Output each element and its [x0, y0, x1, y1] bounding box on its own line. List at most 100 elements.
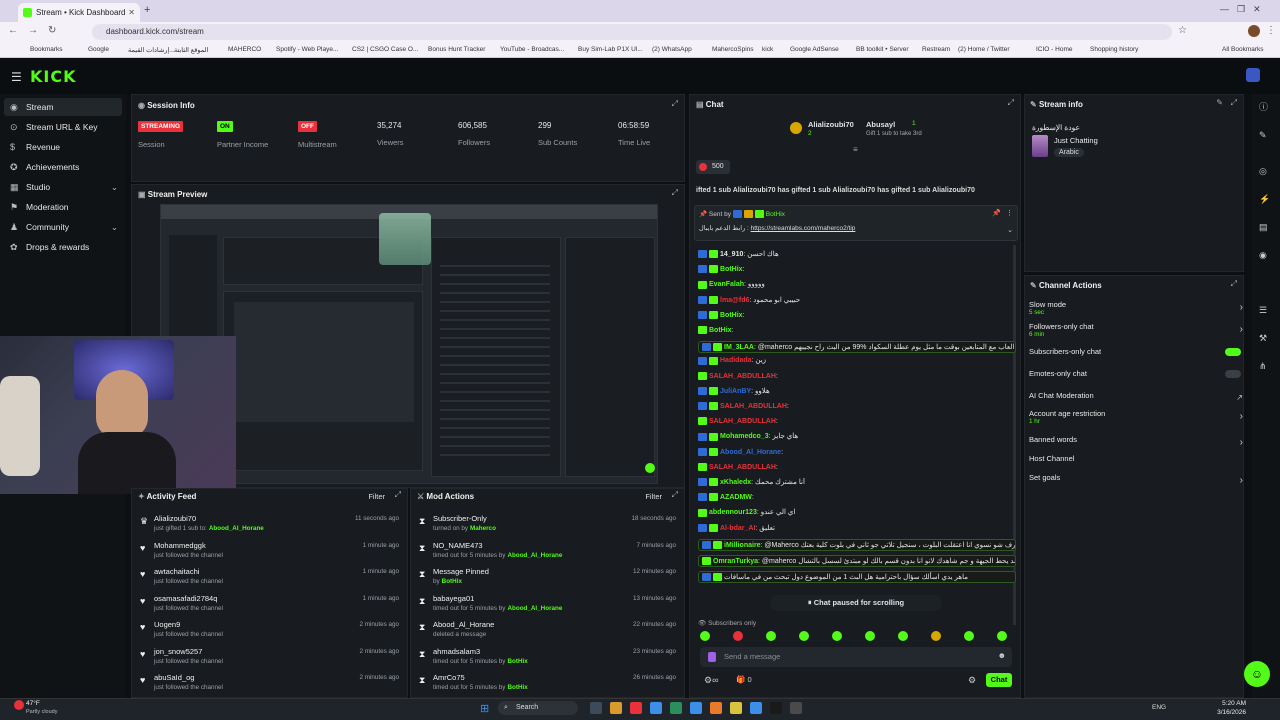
chevron-right-icon[interactable]: ›: [1240, 411, 1243, 422]
chat-message[interactable]: EvanFalah: ووووو: [698, 280, 1016, 289]
settings-link-icon[interactable]: ⚙∞: [704, 675, 718, 686]
edit-icon[interactable]: ✎: [1216, 98, 1223, 107]
chat-username[interactable]: abdennour123: [709, 509, 757, 516]
send-chat-button[interactable]: Chat: [986, 673, 1012, 687]
bookmark-item[interactable]: Google: [88, 46, 109, 53]
sidebar-item-stream-url-key[interactable]: ⊙ Stream URL & Key: [4, 118, 122, 136]
chat-username[interactable]: SALAH_ABDULLAH: [709, 372, 776, 379]
chat-message[interactable]: SALAH_ABDULLAH:: [698, 402, 1016, 410]
mod-action-by[interactable]: BotHix: [442, 578, 462, 585]
profile-avatar[interactable]: [1248, 25, 1260, 37]
bookmark-item[interactable]: الموقع الثابتة: [174, 46, 208, 54]
info-icon[interactable]: ⓘ: [1259, 100, 1268, 113]
activity-name[interactable]: Alializoubi70: [154, 514, 196, 523]
window-controls[interactable]: —❐✕: [1220, 4, 1269, 15]
activity-name[interactable]: Mohammedggk: [154, 541, 206, 550]
emote-icon[interactable]: [865, 631, 875, 641]
emote-icon[interactable]: [733, 631, 743, 641]
user-avatar[interactable]: [1246, 68, 1260, 82]
popout-icon[interactable]: ⤢: [672, 490, 678, 500]
chevron-right-icon[interactable]: ›: [1240, 437, 1243, 448]
chat-message[interactable]: Al-bdar_AI: تعليق: [698, 523, 1016, 532]
chat-username[interactable]: OmranTurkya: [713, 558, 758, 565]
activity-item[interactable]: ♥ Uogen9 just followed the channel 2 minute…: [132, 619, 407, 643]
sidebar-item-community[interactable]: ♟ Community ⌄: [4, 218, 122, 236]
emote-icon[interactable]: [766, 631, 776, 641]
chat-username[interactable]: Al-bdar_AI: [720, 525, 755, 532]
emote-icon[interactable]: [832, 631, 842, 641]
activity-item[interactable]: ♥ osamasafadi2784q just followed the chann…: [132, 593, 407, 617]
top-gifter-name[interactable]: Alializoubi70: [808, 120, 854, 129]
chat-username[interactable]: IM_3LAA: [724, 344, 754, 351]
chevron-right-icon[interactable]: ›: [1240, 302, 1243, 313]
chat-message[interactable]: SALAH_ABDULLAH:: [698, 417, 1016, 426]
chat-message[interactable]: IM_3LAA: @maherco اعمل الشات للمشتركين ع…: [698, 341, 1016, 354]
chat-bubble-icon[interactable]: ◉: [1259, 250, 1267, 261]
taskbar-search[interactable]: ⌕ Search: [498, 701, 578, 715]
channel-action-host-channel[interactable]: Host Channel: [1029, 454, 1243, 472]
sidebar-item-stream[interactable]: ◉ Stream: [4, 98, 122, 116]
activity-item[interactable]: ♥ Mohammedggk just followed the channel 1 m…: [132, 540, 407, 564]
channel-action-emotes-only-chat[interactable]: Emotes-only chat: [1029, 369, 1243, 387]
sidebar-item-achievements[interactable]: ✪ Achievements: [4, 158, 122, 176]
taskbar-app-icon[interactable]: [690, 702, 702, 714]
chat-message[interactable]: BotHix:: [698, 326, 1016, 334]
channel-action-subscribers-only-chat[interactable]: Subscribers-only chat: [1029, 347, 1243, 365]
sidebar-item-studio[interactable]: ▦ Studio ⌄: [4, 178, 122, 196]
bolt-icon[interactable]: ⚡: [1259, 194, 1270, 205]
activity-name[interactable]: jon_snow5257: [154, 647, 202, 656]
external-link-icon[interactable]: ↗: [1236, 393, 1243, 402]
pinned-link[interactable]: https://streamlabs.com/maherco2/tip: [751, 225, 856, 232]
activity-target[interactable]: Abood_Al_Horane: [209, 525, 264, 532]
chat-username[interactable]: JuliAnBY: [720, 388, 751, 395]
chat-username[interactable]: Abood_Al_Horane: [720, 448, 781, 455]
bookmark-item[interactable]: Shopping history: [1090, 46, 1138, 53]
channel-action-set-goals[interactable]: Set goals ›: [1029, 473, 1243, 491]
browser-tab[interactable]: Stream • Kick Dashboard ✕: [18, 3, 140, 22]
taskbar-app-icon[interactable]: [730, 702, 742, 714]
bookmark-item[interactable]: MahercoSpins: [712, 46, 754, 53]
pinned-message[interactable]: 📌 Sent by BotHix رابط الدعم بايبال : htt…: [694, 205, 1018, 241]
mod-action-item[interactable]: ⧗ Message Pinned by BotHix 12 minutes ago: [411, 566, 684, 590]
chat-message[interactable]: abdennour123: اي الي عندو: [698, 508, 1016, 517]
chat-username[interactable]: AZADMW: [720, 494, 752, 501]
bookmark-item[interactable]: Spotify - Web Playe...: [276, 46, 338, 53]
menu-icon[interactable]: ⋮: [1266, 25, 1276, 36]
taskbar-app-icon[interactable]: [650, 702, 662, 714]
activity-name[interactable]: osamasafadi2784q: [154, 594, 217, 603]
chevron-down-icon[interactable]: ⌄: [1007, 226, 1013, 234]
chat-settings-icon[interactable]: ⚙: [968, 675, 976, 686]
forward-icon[interactable]: →: [28, 25, 38, 36]
chat-username[interactable]: 14_910: [720, 251, 743, 258]
mod-action-name[interactable]: Abood_Al_Horane: [433, 620, 494, 629]
mod-action-name[interactable]: AmrCo75: [433, 673, 465, 682]
taskbar-app-icon[interactable]: [670, 702, 682, 714]
chat-message[interactable]: Mohamedco_3: هاي جايز: [698, 432, 1016, 441]
chat-message[interactable]: 14_910: هاك احسن: [698, 250, 1016, 259]
taskbar-app-icon[interactable]: [610, 702, 622, 714]
bookmark-item[interactable]: (2) WhatsApp: [652, 46, 692, 53]
taskbar-app-icon[interactable]: [750, 702, 762, 714]
chevron-right-icon[interactable]: ›: [1240, 324, 1243, 335]
activity-item[interactable]: ♥ abuSaId_og just followed the channel 2 mi…: [132, 672, 407, 696]
chat-message[interactable]: JuliAnBY: هلاوو: [698, 386, 1016, 395]
bookmark-item[interactable]: kick: [762, 46, 773, 53]
emote-icon[interactable]: [997, 631, 1007, 641]
filter-button[interactable]: Filter: [368, 492, 385, 501]
toggle-switch-off[interactable]: [1225, 370, 1241, 378]
layers-icon[interactable]: ☰: [1259, 305, 1267, 316]
sidebar-item-moderation[interactable]: ⚑ Moderation: [4, 198, 122, 216]
chat-username[interactable]: SALAH_ABDULLAH: [720, 403, 787, 410]
chat-message[interactable]: lma@fd6: حبيبي ابو محمود: [698, 295, 1016, 304]
chat-message[interactable]: OmranTurkya: @maherco لما في قاعد يحط ال…: [698, 554, 1016, 567]
bookmark-item[interactable]: ICIO - Home: [1036, 46, 1072, 53]
mod-action-item[interactable]: ⧗ NO_NAME473 timed out for 5 minutes by Abo…: [411, 540, 684, 564]
bookmark-item[interactable]: BB toolkit • Server: [856, 46, 909, 53]
chat-username[interactable]: EvanFalah: [709, 281, 744, 288]
chat-message[interactable]: Abood_Al_Horane:: [698, 447, 1016, 456]
new-tab-icon[interactable]: +: [144, 4, 150, 16]
channel-action-banned-words[interactable]: Banned words ›: [1029, 435, 1243, 453]
pin-icon[interactable]: 📌: [992, 209, 1001, 217]
chat-paused-banner[interactable]: ⏸ Chat paused for scrolling: [770, 595, 942, 611]
points-counter[interactable]: 🎁 0: [736, 675, 752, 684]
